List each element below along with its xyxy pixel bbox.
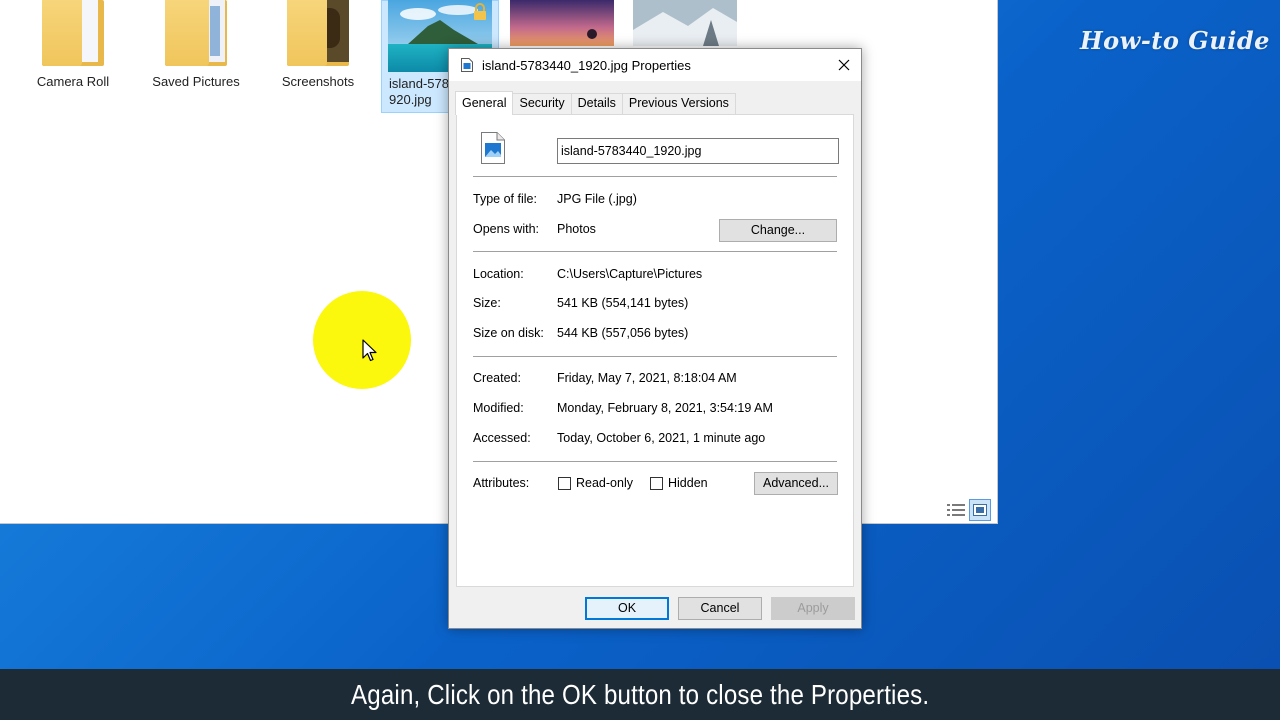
type-of-file-value: JPG File (.jpg) xyxy=(557,192,637,206)
folder-saved-pictures[interactable]: Saved Pictures xyxy=(141,0,251,90)
size-on-disk-value: 544 KB (557,056 bytes) xyxy=(557,326,689,340)
type-of-file-label: Type of file: xyxy=(473,192,537,206)
folder-label: Saved Pictures xyxy=(152,74,240,89)
size-label: Size: xyxy=(473,296,501,310)
folder-screenshots[interactable]: Screenshots xyxy=(263,0,373,90)
folder-camera-roll[interactable]: Camera Roll xyxy=(18,0,128,90)
separator xyxy=(473,461,837,462)
hidden-checkbox[interactable] xyxy=(650,477,663,490)
ok-button[interactable]: OK xyxy=(585,597,669,620)
large-icons-view-icon[interactable] xyxy=(969,499,991,521)
location-value: C:\Users\Capture\Pictures xyxy=(557,267,703,281)
hidden-label[interactable]: Hidden xyxy=(668,476,708,490)
read-only-label[interactable]: Read-only xyxy=(576,476,633,490)
close-icon xyxy=(838,59,850,71)
separator xyxy=(473,356,837,357)
modified-label: Modified: xyxy=(473,401,524,415)
size-on-disk-label: Size on disk: xyxy=(473,326,544,340)
image-file-icon xyxy=(481,132,505,167)
separator xyxy=(473,176,837,177)
attributes-label: Attributes: xyxy=(473,476,530,490)
folder-icon xyxy=(165,0,227,68)
opens-with-value: Photos xyxy=(557,222,596,236)
details-view-icon[interactable] xyxy=(945,499,967,521)
folder-icon xyxy=(42,0,104,68)
folder-icon xyxy=(287,0,349,68)
mouse-pointer-icon xyxy=(362,339,378,366)
subtitle-bar: Again, Click on the OK button to close t… xyxy=(0,669,1280,720)
image-thumbnail-snow[interactable] xyxy=(633,0,737,46)
tab-details[interactable]: Details xyxy=(570,93,623,114)
separator xyxy=(473,251,837,252)
location-label: Location: xyxy=(473,267,524,281)
advanced-button[interactable]: Advanced... xyxy=(754,472,838,495)
filename-field[interactable] xyxy=(557,138,839,164)
accessed-value: Today, October 6, 2021, 1 minute ago xyxy=(557,431,766,445)
read-only-checkbox[interactable] xyxy=(558,477,571,490)
cancel-button[interactable]: Cancel xyxy=(678,597,762,620)
opens-with-label: Opens with: xyxy=(473,222,540,236)
created-label: Created: xyxy=(473,371,521,385)
size-value: 541 KB (554,141 bytes) xyxy=(557,296,689,310)
watermark-logo: How-to Guide xyxy=(1080,26,1270,55)
created-value: Friday, May 7, 2021, 8:18:04 AM xyxy=(557,371,737,385)
change-button[interactable]: Change... xyxy=(719,219,837,242)
dialog-title: island-5783440_1920.jpg Properties xyxy=(482,58,691,73)
image-file-icon xyxy=(461,58,473,75)
accessed-label: Accessed: xyxy=(473,431,531,445)
tab-general[interactable]: General xyxy=(455,91,514,115)
tab-strip: General Security Details Previous Versio… xyxy=(455,91,736,115)
modified-value: Monday, February 8, 2021, 3:54:19 AM xyxy=(557,401,773,415)
close-button[interactable] xyxy=(827,49,861,81)
tab-security[interactable]: Security xyxy=(512,93,572,114)
apply-button[interactable]: Apply xyxy=(771,597,855,620)
lock-icon xyxy=(472,3,488,21)
image-thumbnail-sunset[interactable] xyxy=(510,0,614,46)
dialog-titlebar[interactable]: island-5783440_1920.jpg Properties xyxy=(449,49,861,81)
folder-label: Camera Roll xyxy=(36,74,110,89)
folder-label: Screenshots xyxy=(281,74,355,89)
general-tab-panel: Type of file: JPG File (.jpg) Opens with… xyxy=(456,114,854,587)
tab-previous-versions[interactable]: Previous Versions xyxy=(621,93,736,114)
subtitle-text: Again, Click on the OK button to close t… xyxy=(350,678,930,710)
properties-dialog: island-5783440_1920.jpg Properties Gener… xyxy=(448,48,862,629)
